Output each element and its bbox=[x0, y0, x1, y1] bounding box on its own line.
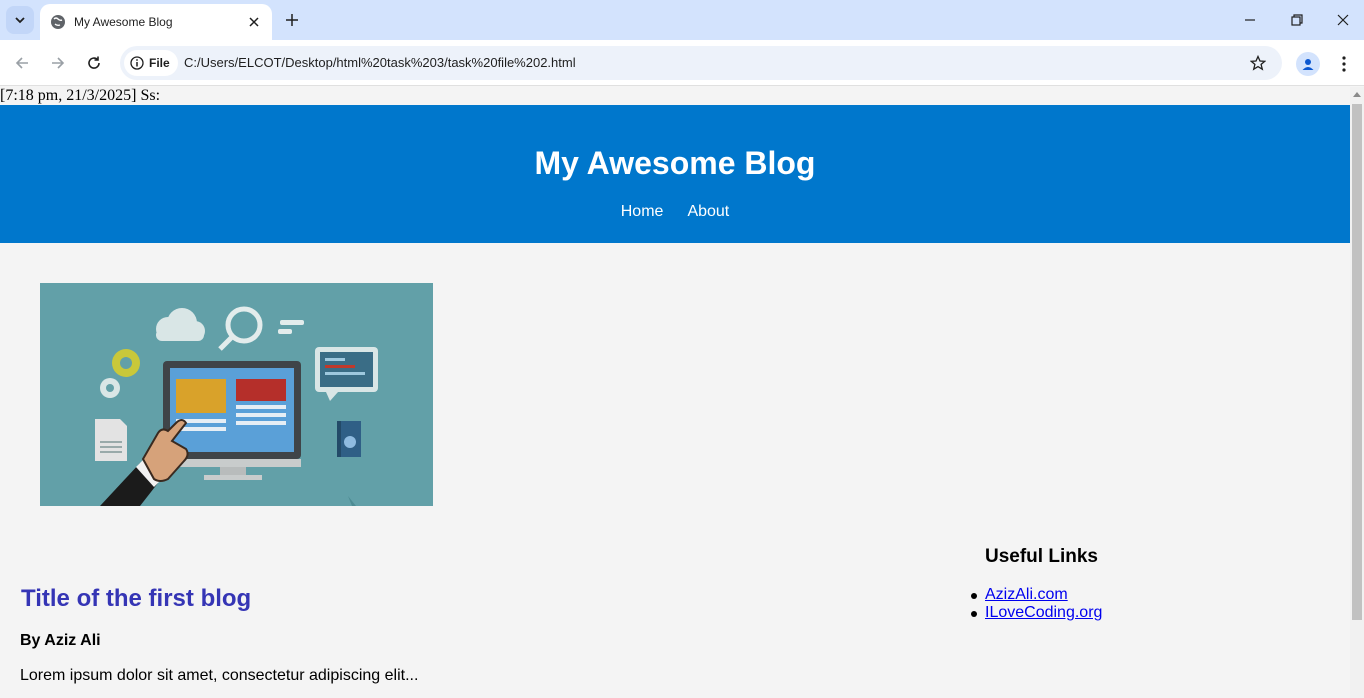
bookmark-star-icon[interactable] bbox=[1248, 53, 1268, 73]
blog-hero-image bbox=[40, 283, 433, 506]
blog-post-title[interactable]: Title of the first blog bbox=[21, 585, 251, 613]
browser-tab[interactable]: My Awesome Blog bbox=[40, 4, 272, 40]
site-nav: Home About bbox=[0, 203, 1350, 221]
more-menu-icon[interactable] bbox=[1332, 52, 1356, 76]
browser-toolbar: File C:/Users/ELCOT/Desktop/html%20task%… bbox=[0, 40, 1364, 86]
nav-link-home[interactable]: Home bbox=[621, 203, 664, 221]
chevron-down-icon bbox=[15, 17, 25, 24]
site-header: My Awesome Blog Home About bbox=[0, 105, 1350, 243]
profile-avatar-icon[interactable] bbox=[1296, 52, 1320, 76]
site-info-chip[interactable]: File bbox=[124, 50, 178, 76]
globe-icon bbox=[50, 14, 66, 30]
nav-link-about[interactable]: About bbox=[687, 203, 729, 221]
document-icon bbox=[95, 419, 127, 461]
minimize-icon[interactable] bbox=[1238, 8, 1262, 32]
url-scheme-label: File bbox=[149, 56, 170, 70]
url-text[interactable]: C:/Users/ELCOT/Desktop/html%20task%203/t… bbox=[184, 55, 576, 70]
tab-bar: My Awesome Blog bbox=[0, 0, 1364, 40]
page-viewport: [7:18 pm, 21/3/2025] Ss: My Awesome Blog… bbox=[0, 87, 1350, 698]
gear-icon bbox=[112, 349, 140, 377]
close-window-icon[interactable] bbox=[1331, 8, 1355, 32]
scroll-up-arrow-icon[interactable] bbox=[1353, 92, 1361, 97]
timestamp-text: [7:18 pm, 21/3/2025] Ss: bbox=[0, 87, 161, 104]
link-azizali[interactable]: AzizAli.com bbox=[985, 586, 1068, 603]
forward-icon[interactable] bbox=[46, 51, 70, 75]
blog-post-author: By Aziz Ali bbox=[20, 632, 101, 649]
book-icon bbox=[337, 421, 361, 457]
link-ilovecoding[interactable]: ILoveCoding.org bbox=[985, 604, 1102, 621]
useful-links-title: Useful Links bbox=[985, 546, 1098, 567]
site-title: My Awesome Blog bbox=[534, 145, 816, 181]
new-tab-icon[interactable] bbox=[282, 10, 302, 30]
tab-title: My Awesome Blog bbox=[74, 15, 173, 29]
list-item: AzizAli.com bbox=[970, 586, 1102, 604]
tab-search-button[interactable] bbox=[6, 6, 34, 34]
back-icon[interactable] bbox=[10, 51, 34, 75]
close-tab-icon[interactable] bbox=[244, 12, 264, 32]
address-bar[interactable]: File C:/Users/ELCOT/Desktop/html%20task%… bbox=[120, 46, 1282, 80]
small-gear-icon bbox=[100, 378, 120, 398]
blog-post-excerpt: Lorem ipsum dolor sit amet, consectetur … bbox=[20, 667, 419, 684]
restore-icon[interactable] bbox=[1285, 8, 1309, 32]
useful-links-list: AzizAli.com ILoveCoding.org bbox=[970, 586, 1102, 622]
list-item: ILoveCoding.org bbox=[970, 604, 1102, 622]
scrollbar-thumb[interactable] bbox=[1352, 104, 1362, 620]
reload-icon[interactable] bbox=[82, 51, 106, 75]
info-icon bbox=[130, 56, 144, 70]
